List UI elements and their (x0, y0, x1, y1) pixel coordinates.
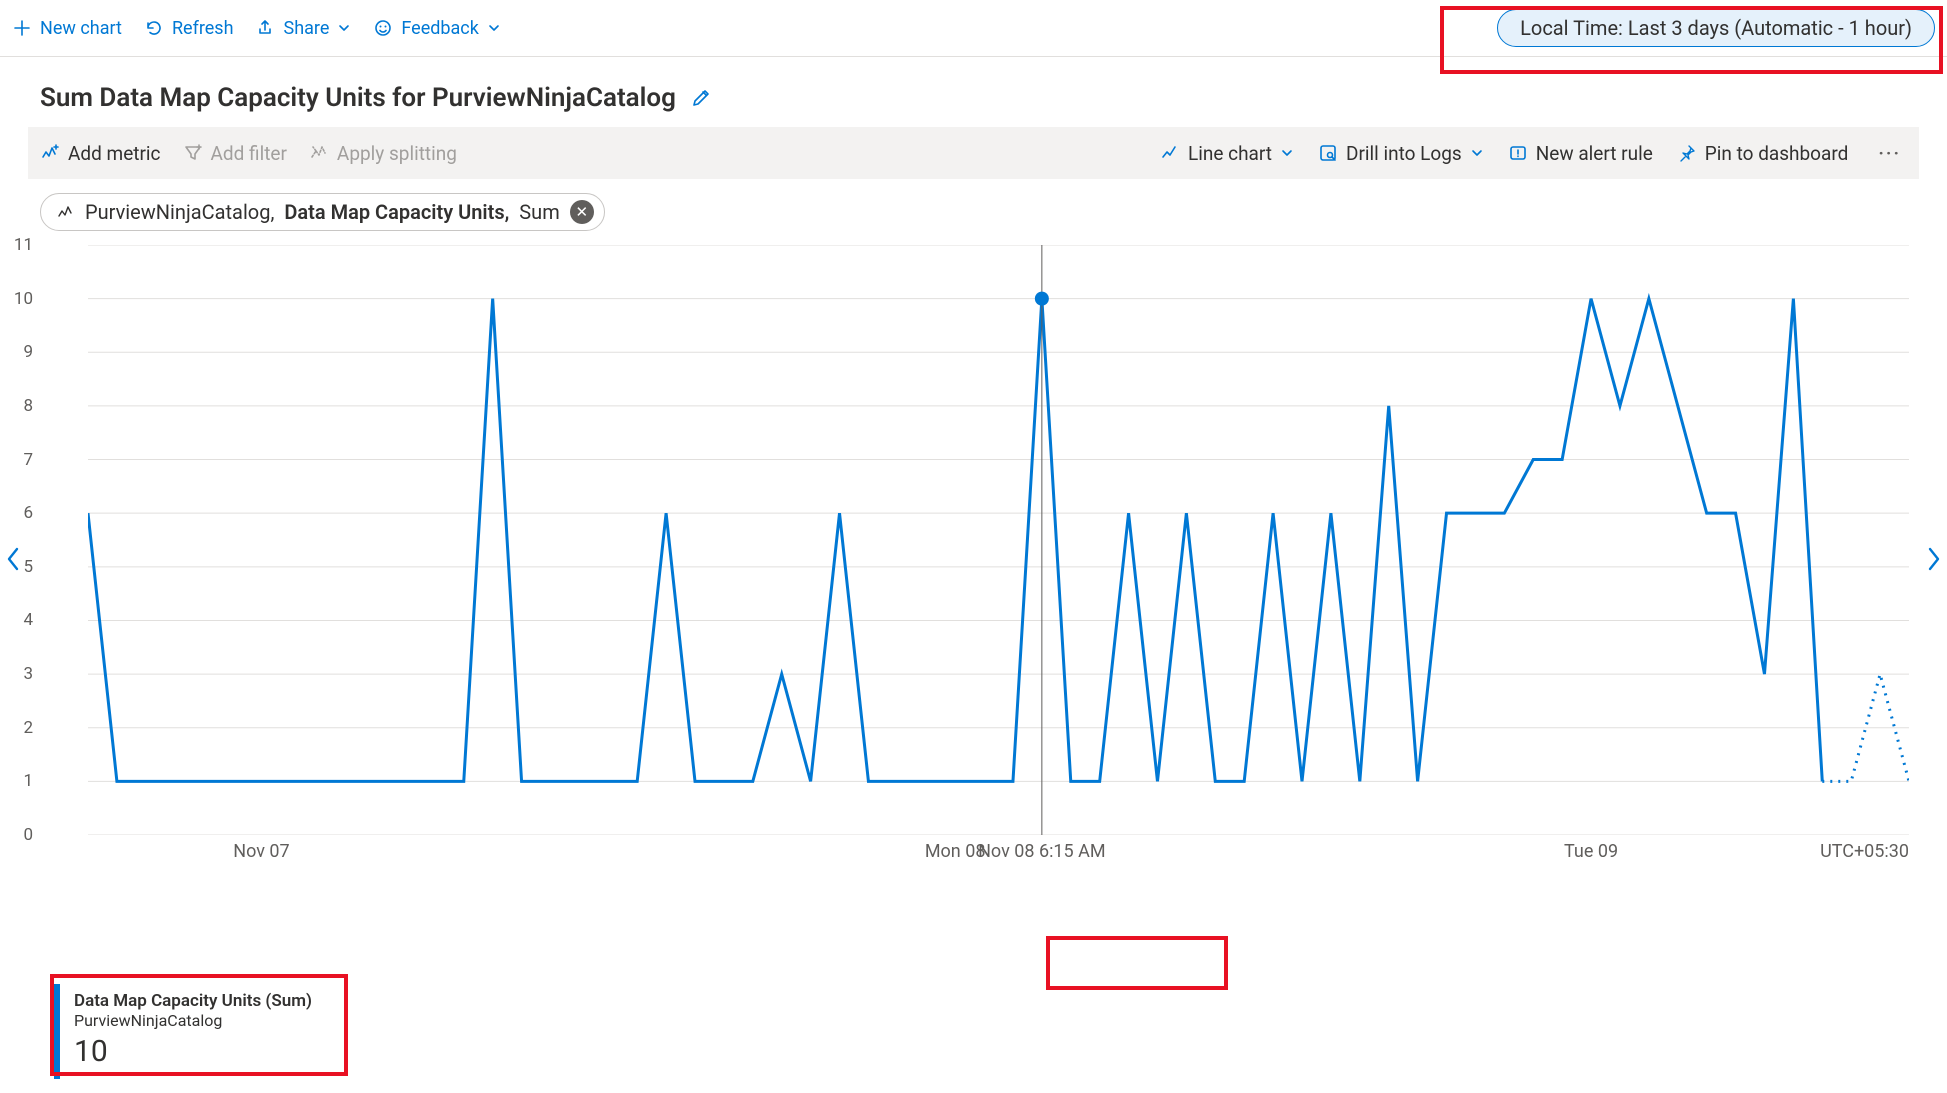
filter-icon (183, 143, 203, 163)
metric-pill-metric: Data Map Capacity Units, (284, 200, 509, 224)
metric-pill-resource: PurviewNinjaCatalog, (85, 200, 274, 224)
chevron-down-icon (337, 21, 351, 35)
metric-pill[interactable]: PurviewNinjaCatalog, Data Map Capacity U… (40, 193, 605, 231)
chart-title-row: Sum Data Map Capacity Units for PurviewN… (0, 57, 1947, 127)
chevron-down-icon (487, 21, 501, 35)
feedback-button[interactable]: Feedback (373, 18, 500, 39)
legend-card[interactable]: Data Map Capacity Units (Sum) PurviewNin… (54, 984, 360, 1079)
legend-metric-name: Data Map Capacity Units (Sum) (74, 992, 346, 1012)
chevron-down-icon (1280, 146, 1294, 160)
apply-splitting-button: Apply splitting (309, 142, 457, 165)
plus-icon (12, 18, 32, 38)
command-bar: New chart Refresh Share Feedback Local T… (0, 0, 1947, 57)
new-chart-button[interactable]: New chart (12, 18, 122, 39)
drill-logs-button[interactable]: Drill into Logs (1318, 142, 1484, 165)
metric-pill-agg: Sum (519, 200, 559, 224)
remove-metric-button[interactable]: ✕ (570, 200, 594, 224)
time-range-pill[interactable]: Local Time: Last 3 days (Automatic - 1 h… (1497, 9, 1935, 47)
annotation-highlight (1046, 936, 1228, 990)
hover-time-label: Nov 08 6:15 AM (972, 841, 1112, 862)
chart-area: 01234567891011 UTC+05:30 Nov 08 6:15 AM N… (28, 245, 1919, 869)
chart-plot[interactable]: 01234567891011 (88, 245, 1909, 835)
legend-resource-name: PurviewNinjaCatalog (74, 1012, 346, 1030)
share-button[interactable]: Share (256, 18, 352, 39)
smiley-icon (373, 18, 393, 38)
line-chart-icon (1160, 143, 1180, 163)
x-tick-label: Nov 07 (233, 841, 289, 862)
new-chart-label: New chart (40, 18, 122, 39)
share-label: Share (284, 18, 330, 39)
add-filter-button: Add filter (183, 142, 287, 165)
more-button[interactable]: ··· (1872, 142, 1907, 165)
add-metric-button[interactable]: Add metric (40, 142, 161, 165)
chevron-down-icon (1470, 146, 1484, 160)
drill-logs-label: Drill into Logs (1346, 142, 1462, 165)
chart-type-button[interactable]: Line chart (1160, 142, 1294, 165)
new-alert-label: New alert rule (1536, 142, 1653, 165)
pin-dashboard-button[interactable]: Pin to dashboard (1677, 142, 1849, 165)
legend-value: 10 (74, 1034, 346, 1069)
logs-icon (1318, 143, 1338, 163)
metric-icon (57, 203, 75, 221)
add-filter-label: Add filter (211, 142, 287, 165)
share-icon (256, 18, 276, 38)
x-tick-label: Mon 08 (925, 841, 986, 862)
pin-dashboard-label: Pin to dashboard (1705, 142, 1849, 165)
apply-splitting-label: Apply splitting (337, 142, 457, 165)
feedback-label: Feedback (401, 18, 478, 39)
add-metric-icon (40, 143, 60, 163)
new-alert-button[interactable]: New alert rule (1508, 142, 1653, 165)
chart-type-label: Line chart (1188, 142, 1272, 165)
chart-title: Sum Data Map Capacity Units for PurviewN… (40, 83, 676, 113)
timezone-label: UTC+05:30 (1820, 841, 1909, 862)
x-axis: UTC+05:30 Nov 08 6:15 AM Nov 07 Mon 08 Tue … (88, 835, 1909, 869)
split-icon (309, 143, 329, 163)
pin-icon (1677, 143, 1697, 163)
add-metric-label: Add metric (68, 142, 161, 165)
edit-icon[interactable] (690, 87, 712, 109)
pan-right-button[interactable] (1919, 545, 1947, 573)
chart-toolbar: Add metric Add filter Apply splitting Li… (28, 127, 1919, 179)
refresh-label: Refresh (172, 18, 234, 39)
chart-svg (88, 245, 1909, 835)
alert-icon (1508, 143, 1528, 163)
refresh-button[interactable]: Refresh (144, 18, 234, 39)
refresh-icon (144, 18, 164, 38)
x-tick-label: Tue 09 (1564, 841, 1618, 862)
